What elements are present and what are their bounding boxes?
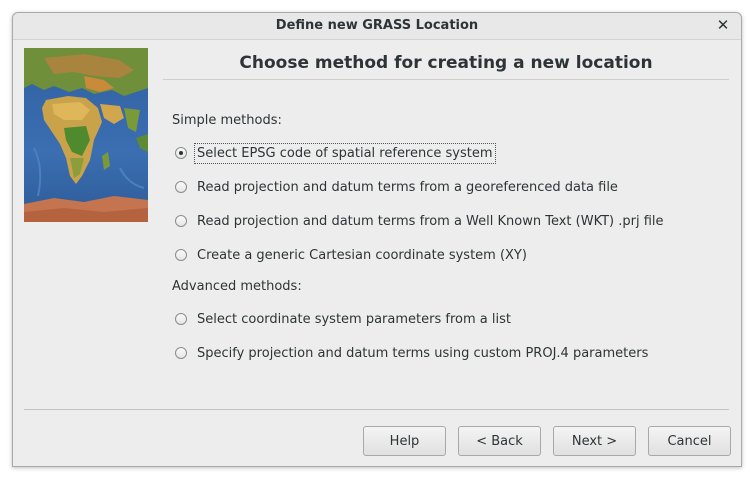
world-map-image (24, 48, 148, 222)
cancel-button[interactable]: Cancel (648, 426, 731, 456)
advanced-methods-label: Advanced methods: (172, 279, 302, 294)
back-button[interactable]: < Back (458, 426, 541, 456)
option-param-list[interactable]: Select coordinate system parameters from… (175, 308, 513, 330)
page-title: Choose method for creating a new locatio… (239, 53, 653, 73)
window-title: Define new GRASS Location (275, 18, 479, 33)
option-xy[interactable]: Create a generic Cartesian coordinate sy… (175, 244, 529, 266)
radio-icon[interactable] (175, 313, 187, 325)
close-icon[interactable]: ✕ (715, 17, 731, 33)
option-param-list-label[interactable]: Select coordinate system parameters from… (195, 310, 513, 329)
option-proj4-label[interactable]: Specify projection and datum terms using… (195, 344, 650, 363)
dialog-window: Define new GRASS Location ✕ Choose metho… (12, 12, 742, 467)
footer-divider (24, 409, 729, 410)
title-bar[interactable]: Define new GRASS Location ✕ (13, 13, 741, 40)
header-divider (163, 79, 729, 80)
option-epsg-label[interactable]: Select EPSG code of spatial reference sy… (194, 142, 496, 164)
help-button[interactable]: Help (363, 426, 446, 456)
radio-checked-icon[interactable] (175, 147, 187, 159)
option-proj4[interactable]: Specify projection and datum terms using… (175, 342, 650, 364)
simple-methods-label: Simple methods: (172, 113, 282, 128)
radio-icon[interactable] (175, 215, 187, 227)
option-wkt-file[interactable]: Read projection and datum terms from a W… (175, 210, 666, 232)
option-xy-label[interactable]: Create a generic Cartesian coordinate sy… (195, 246, 529, 265)
option-epsg[interactable]: Select EPSG code of spatial reference sy… (175, 142, 496, 164)
option-georef-file-label[interactable]: Read projection and datum terms from a g… (195, 178, 620, 197)
radio-icon[interactable] (175, 249, 187, 261)
radio-icon[interactable] (175, 181, 187, 193)
option-georef-file[interactable]: Read projection and datum terms from a g… (175, 176, 620, 198)
next-button[interactable]: Next > (553, 426, 636, 456)
option-wkt-file-label[interactable]: Read projection and datum terms from a W… (195, 212, 666, 231)
radio-icon[interactable] (175, 347, 187, 359)
